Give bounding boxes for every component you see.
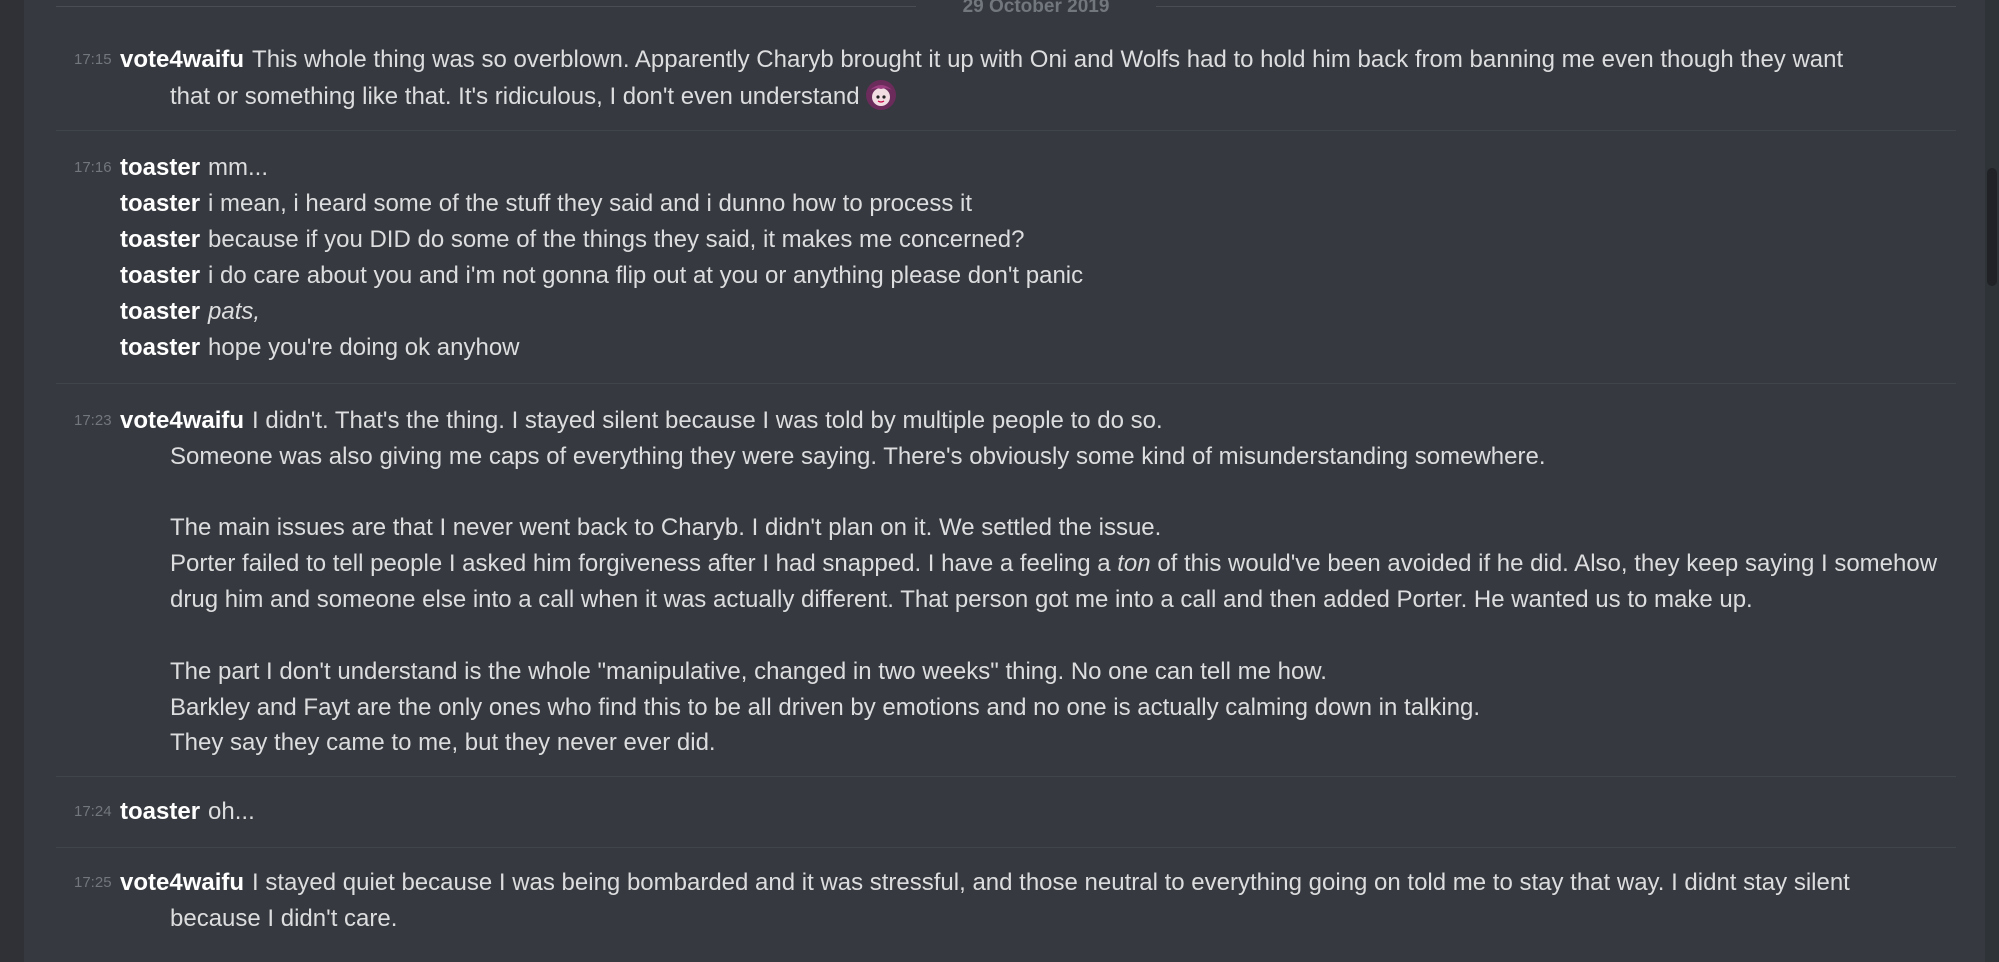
message-text: This whole thing was so overblown. Appar…: [252, 46, 1844, 73]
message-line: toaster i do care about you and i'm not g…: [120, 258, 1999, 294]
author-name[interactable]: toaster: [120, 798, 200, 825]
message-text: The part I don't understand is the whole…: [170, 658, 1327, 685]
date-divider: 29 October 2019: [56, 0, 1956, 16]
message-divider: [56, 776, 1956, 777]
message-text: oh...: [208, 798, 255, 825]
timestamp: 17:16: [74, 159, 112, 176]
left-rail: [0, 0, 24, 962]
scrollbar-track[interactable]: [1985, 0, 1999, 962]
message-line: toaster mm...: [120, 150, 1999, 186]
message-text: mm...: [208, 154, 269, 181]
message-line: toaster hope you're doing ok anyhow: [120, 330, 1999, 366]
message-line: Porter failed to tell people I asked him…: [170, 546, 1999, 582]
message-text: I didn't. That's the thing. I stayed sil…: [252, 407, 1163, 434]
message-line: that or something like that. It's ridicu…: [170, 78, 1999, 114]
date-label: 29 October 2019: [916, 0, 1156, 16]
message-line: The part I don't understand is the whole…: [170, 654, 1999, 690]
message-line: vote4waifu This whole thing was so overbl…: [120, 42, 1999, 78]
timestamp: 17:23: [74, 412, 112, 429]
message-text: hope you're doing ok anyhow: [208, 334, 520, 361]
author-name[interactable]: toaster: [120, 298, 200, 325]
author-name[interactable]: toaster: [120, 190, 200, 217]
message-divider: [56, 383, 1956, 384]
message-line: toaster pats,: [120, 294, 1999, 330]
message-line: vote4waifu I stayed quiet because I was b…: [120, 865, 1999, 901]
message-text: of this would've been avoided if he did.…: [1157, 550, 1938, 577]
chat-messages: 29 October 2019 17:15 vote4waifu This who…: [56, 0, 1956, 962]
author-name[interactable]: vote4waifu: [120, 869, 244, 896]
message-text: because if you DID do some of the things…: [208, 226, 1025, 253]
timestamp: 17:15: [74, 51, 112, 68]
message-text: because I didn't care.: [170, 905, 398, 932]
message-line: because I didn't care.: [170, 901, 1999, 937]
message-text: i do care about you and i'm not gonna fl…: [208, 262, 1084, 289]
message-line: drug him and someone else into a call wh…: [170, 582, 1999, 618]
message-line: They say they came to me, but they never…: [170, 725, 1999, 761]
message-line: Barkley and Fayt are the only ones who f…: [170, 690, 1999, 726]
timestamp: 17:25: [74, 874, 112, 891]
author-name[interactable]: toaster: [120, 262, 200, 289]
message-line: toaster because if you DID do some of the…: [120, 222, 1999, 258]
author-name[interactable]: toaster: [120, 154, 200, 181]
message-text: I stayed quiet because I was being bomba…: [252, 869, 1850, 896]
message-text: pats,: [208, 298, 261, 325]
author-name[interactable]: vote4waifu: [120, 46, 244, 73]
message-text: Barkley and Fayt are the only ones who f…: [170, 694, 1481, 721]
author-name[interactable]: toaster: [120, 334, 200, 361]
message-text: They say they came to me, but they never…: [170, 729, 716, 756]
message-line: vote4waifu I didn't. That's the thing. I …: [120, 403, 1999, 439]
message-text: The main issues are that I never went ba…: [170, 514, 1162, 541]
message-text-emphasis: ton: [1117, 550, 1151, 577]
message-line: toaster oh...: [120, 794, 1999, 830]
message-line: toaster i mean, i heard some of the stuff…: [120, 186, 1999, 222]
message-text: that or something like that. It's ridicu…: [170, 83, 860, 110]
message-text: Porter failed to tell people I asked him…: [170, 550, 1111, 577]
message-text: drug him and someone else into a call wh…: [170, 586, 1753, 613]
anime-girl-emoji-icon: [864, 78, 898, 112]
timestamp: 17:24: [74, 803, 112, 820]
message-line: Someone was also giving me caps of every…: [170, 439, 1999, 475]
message-text: Someone was also giving me caps of every…: [170, 443, 1546, 470]
author-name[interactable]: vote4waifu: [120, 407, 244, 434]
scrollbar-thumb[interactable]: [1987, 168, 1997, 286]
message-divider: [56, 130, 1956, 131]
message-divider: [56, 847, 1956, 848]
message-text: i mean, i heard some of the stuff they s…: [208, 190, 973, 217]
author-name[interactable]: toaster: [120, 226, 200, 253]
message-line: The main issues are that I never went ba…: [170, 510, 1999, 546]
